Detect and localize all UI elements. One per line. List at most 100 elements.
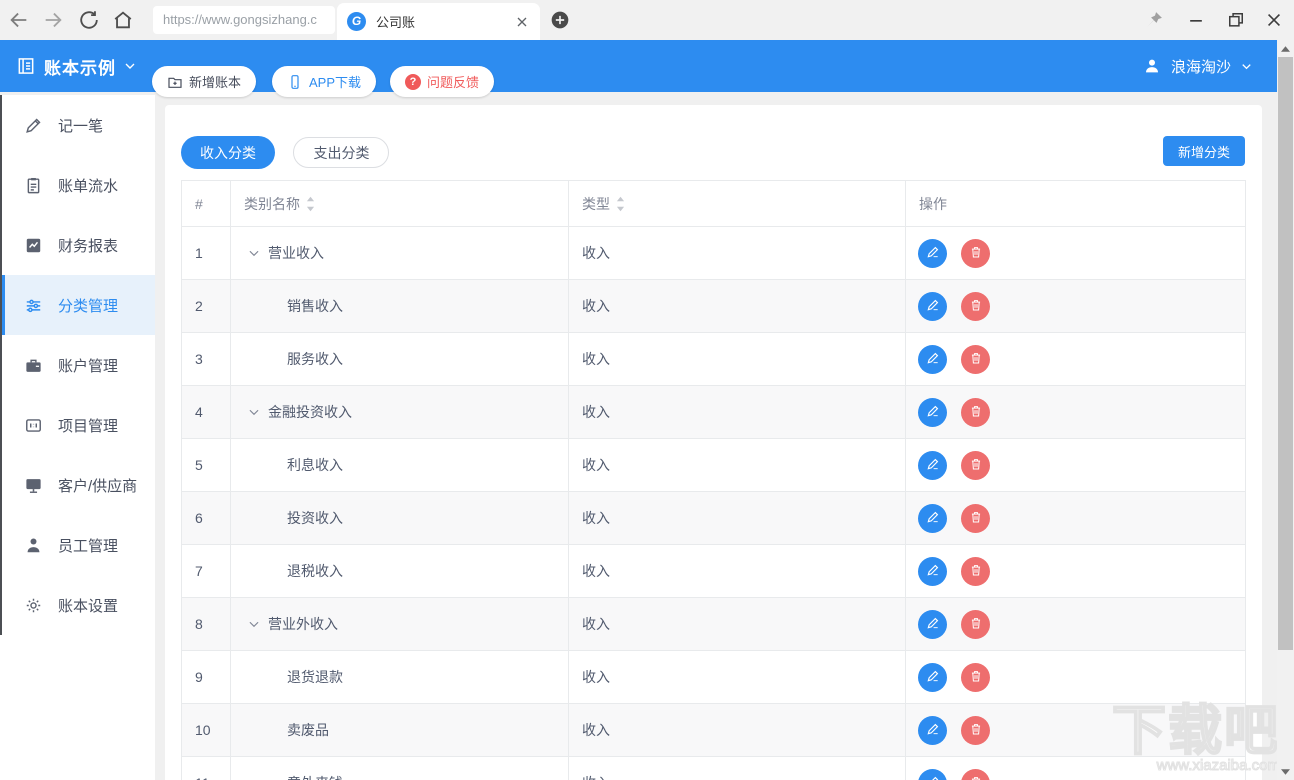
edit-button[interactable]: [918, 345, 947, 374]
category-type: 收入: [582, 508, 610, 528]
category-type: 收入: [582, 455, 610, 475]
delete-icon: [969, 616, 983, 633]
row-name-cell: 销售收入: [231, 280, 569, 333]
ledger-switcher[interactable]: 账本示例: [16, 40, 138, 92]
sidebar-item-label: 员工管理: [58, 535, 118, 556]
edit-button[interactable]: [918, 239, 947, 268]
delete-button[interactable]: [961, 239, 990, 268]
edit-icon: [926, 510, 940, 527]
sort-icon[interactable]: [615, 195, 626, 213]
tab-close-icon[interactable]: [514, 14, 530, 30]
delete-icon: [969, 457, 983, 474]
feedback-button[interactable]: ? 问题反馈: [390, 66, 494, 97]
back-icon[interactable]: [8, 9, 30, 31]
row-actions-cell: [906, 227, 1245, 280]
edit-button[interactable]: [918, 769, 947, 780]
close-icon[interactable]: [1264, 10, 1284, 30]
sidebar-item-label: 客户/供应商: [58, 475, 137, 496]
user-menu[interactable]: 浪海淘沙: [1143, 40, 1254, 92]
category-type: 收入: [582, 243, 610, 263]
tab-title: 公司账: [376, 12, 514, 31]
sidebar-item-employees[interactable]: 员工管理: [0, 515, 155, 575]
delete-button[interactable]: [961, 663, 990, 692]
minimize-icon[interactable]: [1186, 10, 1206, 30]
app-download-button[interactable]: APP下载: [272, 66, 376, 97]
delete-button[interactable]: [961, 557, 990, 586]
chevron-down-icon[interactable]: [247, 405, 261, 419]
category-type: 收入: [582, 296, 610, 316]
edit-button[interactable]: [918, 504, 947, 533]
col-type[interactable]: 类型: [569, 181, 906, 227]
sidebar-item-categories[interactable]: 分类管理: [0, 275, 155, 335]
row-actions-cell: [906, 280, 1245, 333]
refresh-icon[interactable]: [78, 9, 100, 31]
edit-icon: [926, 298, 940, 315]
row-actions-cell: [906, 386, 1245, 439]
home-icon[interactable]: [112, 9, 134, 31]
row-index: 4: [182, 386, 231, 439]
tab-expense-categories[interactable]: 支出分类: [293, 137, 389, 168]
chevron-down-icon[interactable]: [247, 617, 261, 631]
row-type-cell: 收入: [569, 492, 906, 545]
project-icon: [24, 416, 43, 435]
table-row: 1 营业收入 收入: [182, 227, 1245, 280]
table-row: 7 退税收入 收入: [182, 545, 1245, 598]
delete-button[interactable]: [961, 716, 990, 745]
scroll-up-icon[interactable]: [1277, 40, 1294, 57]
chevron-down-icon[interactable]: [247, 246, 261, 260]
row-type-cell: 收入: [569, 757, 906, 780]
browser-tab[interactable]: G 公司账: [337, 3, 540, 40]
add-ledger-button[interactable]: 新增账本: [152, 66, 256, 97]
address-bar[interactable]: https://www.gongsizhang.c: [153, 6, 335, 34]
sidebar-item-reports[interactable]: 财务报表: [0, 215, 155, 275]
sidebar-item-settings[interactable]: 账本设置: [0, 575, 155, 635]
row-index: 5: [182, 439, 231, 492]
edit-icon: [926, 669, 940, 686]
edit-button[interactable]: [918, 292, 947, 321]
row-actions-cell: [906, 333, 1245, 386]
row-type-cell: 收入: [569, 280, 906, 333]
edit-icon: [926, 351, 940, 368]
tab-income-categories[interactable]: 收入分类: [181, 136, 275, 169]
scroll-down-icon[interactable]: [1277, 763, 1294, 780]
col-name[interactable]: 类别名称: [231, 181, 569, 227]
sidebar-item-bills[interactable]: 账单流水: [0, 155, 155, 215]
category-name: 意外来钱: [287, 773, 343, 780]
edit-button[interactable]: [918, 610, 947, 639]
add-category-button[interactable]: 新增分类: [1163, 136, 1245, 166]
delete-button[interactable]: [961, 504, 990, 533]
page-scrollbar[interactable]: [1277, 40, 1294, 780]
sidebar-item-projects[interactable]: 项目管理: [0, 395, 155, 455]
edit-button[interactable]: [918, 398, 947, 427]
forward-icon[interactable]: [42, 9, 64, 31]
sidebar-item-accounts[interactable]: 账户管理: [0, 335, 155, 395]
row-actions-cell: [906, 651, 1245, 704]
edit-button[interactable]: [918, 663, 947, 692]
row-index: 11: [182, 757, 231, 780]
delete-button[interactable]: [961, 610, 990, 639]
scrollbar-thumb[interactable]: [1278, 57, 1293, 650]
delete-icon: [969, 510, 983, 527]
new-tab-icon[interactable]: [550, 10, 570, 30]
delete-button[interactable]: [961, 769, 990, 780]
col-actions-label: 操作: [919, 194, 947, 214]
category-type: 收入: [582, 720, 610, 740]
sort-icon[interactable]: [305, 195, 316, 213]
sidebar-item-record[interactable]: 记一笔: [0, 95, 155, 155]
row-name-cell: 服务收入: [231, 333, 569, 386]
delete-button[interactable]: [961, 398, 990, 427]
delete-icon: [969, 404, 983, 421]
edit-button[interactable]: [918, 557, 947, 586]
delete-button[interactable]: [961, 451, 990, 480]
delete-button[interactable]: [961, 292, 990, 321]
edit-button[interactable]: [918, 451, 947, 480]
delete-button[interactable]: [961, 345, 990, 374]
edit-button[interactable]: [918, 716, 947, 745]
sidebar-item-customers[interactable]: 客户/供应商: [0, 455, 155, 515]
restore-icon[interactable]: [1226, 10, 1246, 30]
category-name: 退税收入: [287, 561, 343, 581]
edit-icon: [926, 245, 940, 262]
pin-icon[interactable]: [1144, 10, 1164, 30]
delete-icon: [969, 245, 983, 262]
table-row: 9 退货退款 收入: [182, 651, 1245, 704]
